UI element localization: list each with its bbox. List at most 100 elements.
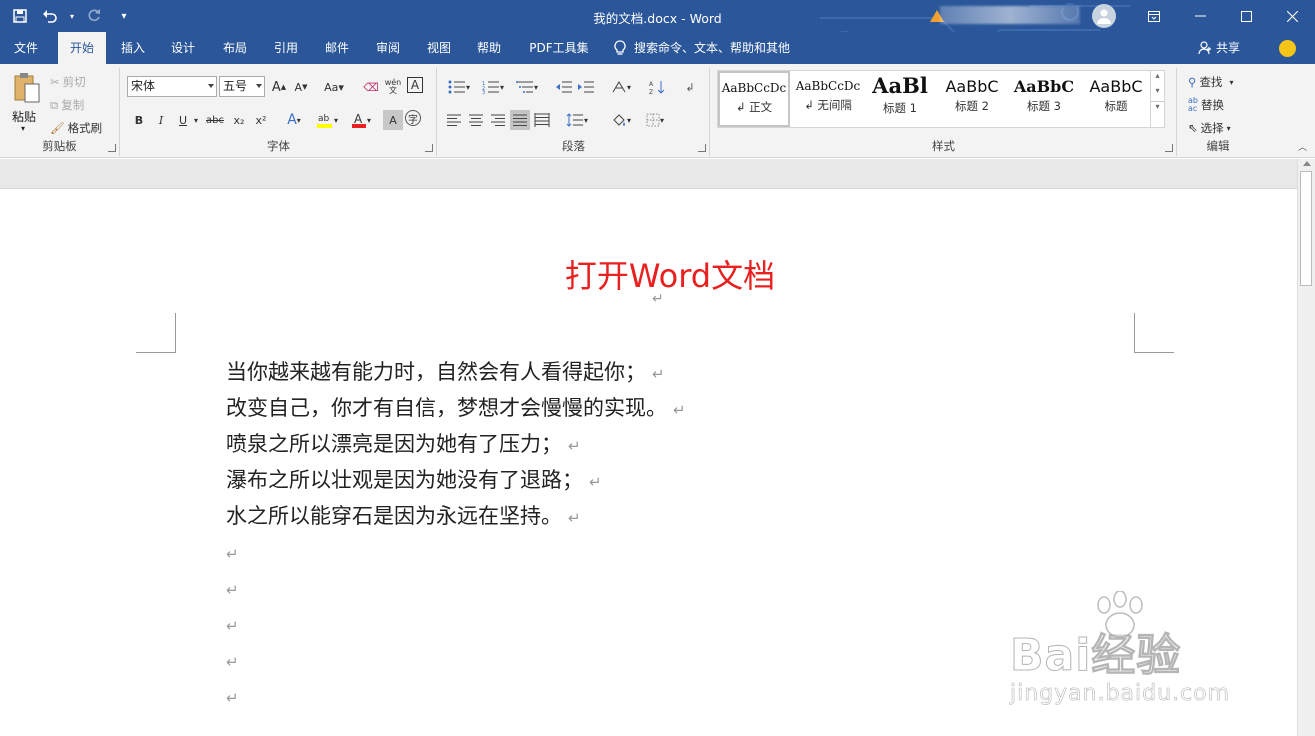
- tab-insert[interactable]: 插入: [112, 32, 154, 64]
- tab-file[interactable]: 文件: [4, 32, 48, 64]
- distributed-icon[interactable]: [532, 110, 552, 130]
- paragraph-mark: ↵: [568, 509, 581, 527]
- empty-line: ↵: [226, 537, 686, 573]
- grow-font-button[interactable]: A ▲: [269, 77, 289, 97]
- strikethrough-button[interactable]: abc: [205, 110, 225, 130]
- styles-more-icon[interactable]: ▾: [1151, 101, 1164, 111]
- collapse-ribbon-icon[interactable]: ︿: [1298, 140, 1307, 153]
- tab-home[interactable]: 开始: [58, 32, 106, 64]
- svg-text:3: 3: [482, 90, 485, 94]
- font-launcher-icon[interactable]: [425, 144, 433, 152]
- tab-layout[interactable]: 布局: [214, 32, 256, 64]
- paragraph-launcher-icon[interactable]: [698, 144, 706, 152]
- style-title[interactable]: AaBbC 标题: [1080, 71, 1152, 127]
- chinese-layout-icon: [612, 81, 626, 93]
- scroll-up-icon[interactable]: [1303, 161, 1311, 166]
- copy-label: 复制: [61, 98, 85, 112]
- line-spacing-button[interactable]: ▾: [562, 110, 592, 130]
- show-formatting-marks-icon[interactable]: ↲: [680, 77, 700, 97]
- maximize-icon[interactable]: [1223, 0, 1269, 32]
- replace-button[interactable]: ab ac 替换: [1188, 95, 1224, 115]
- italic-button[interactable]: I: [151, 110, 171, 130]
- tab-view[interactable]: 视图: [418, 32, 460, 64]
- shrink-font-button[interactable]: A ▼: [291, 77, 311, 97]
- change-case-button[interactable]: Aa ▾: [319, 77, 349, 97]
- character-shading-icon[interactable]: A: [383, 110, 403, 130]
- select-label: 选择: [1200, 121, 1224, 135]
- font-name-combo[interactable]: 宋体: [127, 76, 217, 97]
- multilevel-list-button[interactable]: ▾: [512, 77, 542, 97]
- superscript-button[interactable]: x²: [251, 110, 271, 130]
- font-group: 宋体 五号 A ▲ A ▼ Aa ▾ ⌫ wén 文 A B I U ▾ abc x₂ …: [121, 68, 437, 156]
- grow-font-label: A: [271, 79, 281, 95]
- copy-button[interactable]: ⧉ 复制: [50, 95, 84, 115]
- find-button[interactable]: ⚲ 查找 ▾: [1188, 72, 1233, 92]
- subscript-button[interactable]: x₂: [229, 110, 249, 130]
- paragraph-mark: ↵: [226, 617, 239, 635]
- borders-button[interactable]: ▾: [640, 110, 670, 130]
- scrollbar-thumb[interactable]: [1300, 171, 1312, 286]
- format-painter-button[interactable]: 🖌 格式刷: [50, 118, 102, 138]
- phonetic-guide-button[interactable]: wén 文: [383, 77, 403, 97]
- increase-indent-icon[interactable]: [576, 77, 596, 97]
- align-left-icon[interactable]: [444, 110, 464, 130]
- minimize-icon[interactable]: [1177, 0, 1223, 32]
- clipboard-launcher-icon[interactable]: [108, 144, 116, 152]
- styles-scroll-up-icon[interactable]: ▴: [1151, 71, 1164, 80]
- sort-icon[interactable]: AZ: [648, 77, 668, 97]
- paste-dropdown-icon: ▾: [21, 124, 26, 133]
- ribbon-display-options-icon[interactable]: [1131, 0, 1177, 32]
- font-size-combo[interactable]: 五号: [219, 76, 265, 97]
- body-line: 瀑布之所以壮观是因为她没有了退路； ↵: [226, 465, 686, 501]
- bold-button[interactable]: B: [129, 110, 149, 130]
- numbering-button[interactable]: 1 2 3 ▾: [478, 77, 508, 97]
- paintbrush-icon: 🖌: [50, 121, 65, 135]
- document-body[interactable]: 当你越来越有能力时，自然会有人看得起你； ↵ 改变自己，你才有自信，梦想才会慢慢的…: [226, 357, 686, 717]
- font-color-button[interactable]: A ▾: [347, 110, 375, 130]
- share-button[interactable]: 共享: [1198, 32, 1240, 64]
- cursor-icon: ⇖: [1188, 121, 1198, 135]
- bullets-button[interactable]: ▾: [444, 77, 474, 97]
- empty-line: ↵: [226, 681, 686, 717]
- styles-gallery-scroll[interactable]: ▴ ▾ ▾: [1150, 71, 1164, 127]
- tab-mailings[interactable]: 邮件: [316, 32, 358, 64]
- tab-design[interactable]: 设计: [162, 32, 204, 64]
- tell-me-search[interactable]: 搜索命令、文本、帮助和其他: [614, 32, 790, 64]
- paragraph-mark: ↵: [226, 653, 239, 671]
- shading-button[interactable]: ▾: [606, 110, 636, 130]
- cut-button[interactable]: ✂ 剪切: [50, 72, 86, 92]
- underline-button[interactable]: U: [173, 110, 193, 130]
- enclose-characters-icon[interactable]: 字: [405, 110, 421, 126]
- select-button[interactable]: ⇖ 选择 ▾: [1188, 118, 1231, 138]
- styles-scroll-down-icon[interactable]: ▾: [1151, 86, 1164, 95]
- style-heading-2-sample: AaBbC: [945, 77, 999, 96]
- body-line-text: 瀑布之所以壮观是因为她没有了退路；: [226, 468, 583, 492]
- justify-icon[interactable]: [510, 110, 530, 130]
- style-normal[interactable]: AaBbCcDc ↲ 正文: [718, 71, 790, 127]
- tab-pdf-tools[interactable]: PDF工具集: [522, 32, 596, 64]
- close-icon[interactable]: [1269, 0, 1315, 32]
- paste-button[interactable]: 粘贴 ▾: [6, 70, 46, 134]
- clear-formatting-icon[interactable]: ⌫: [361, 77, 381, 97]
- underline-dropdown-icon[interactable]: ▾: [191, 110, 201, 130]
- tab-references[interactable]: 引用: [265, 32, 307, 64]
- style-heading-3-sample: AaBbC: [1013, 77, 1075, 96]
- tab-review[interactable]: 审阅: [367, 32, 409, 64]
- feedback-smiley-icon[interactable]: [1279, 40, 1296, 57]
- tab-help[interactable]: 帮助: [468, 32, 510, 64]
- format-painter-label: 格式刷: [67, 121, 103, 135]
- align-center-icon[interactable]: [466, 110, 486, 130]
- style-heading-1[interactable]: AaBl 标题 1: [864, 71, 936, 127]
- text-effects-icon[interactable]: A ▾: [281, 110, 307, 130]
- styles-launcher-icon[interactable]: [1165, 144, 1173, 152]
- style-no-spacing[interactable]: AaBbCcDc ↲ 无间隔: [792, 71, 864, 127]
- style-heading-3[interactable]: AaBbC 标题 3: [1008, 71, 1080, 127]
- style-heading-2[interactable]: AaBbC 标题 2: [936, 71, 1008, 127]
- character-border-icon[interactable]: A: [407, 77, 423, 93]
- watermark-url: jingyan.baidu.com: [1010, 681, 1231, 707]
- vertical-scrollbar[interactable]: [1297, 159, 1315, 736]
- align-right-icon[interactable]: [488, 110, 508, 130]
- chinese-layout-button[interactable]: ▾: [606, 77, 636, 97]
- highlight-color-button[interactable]: ab ▾: [313, 110, 341, 130]
- decrease-indent-icon[interactable]: [554, 77, 574, 97]
